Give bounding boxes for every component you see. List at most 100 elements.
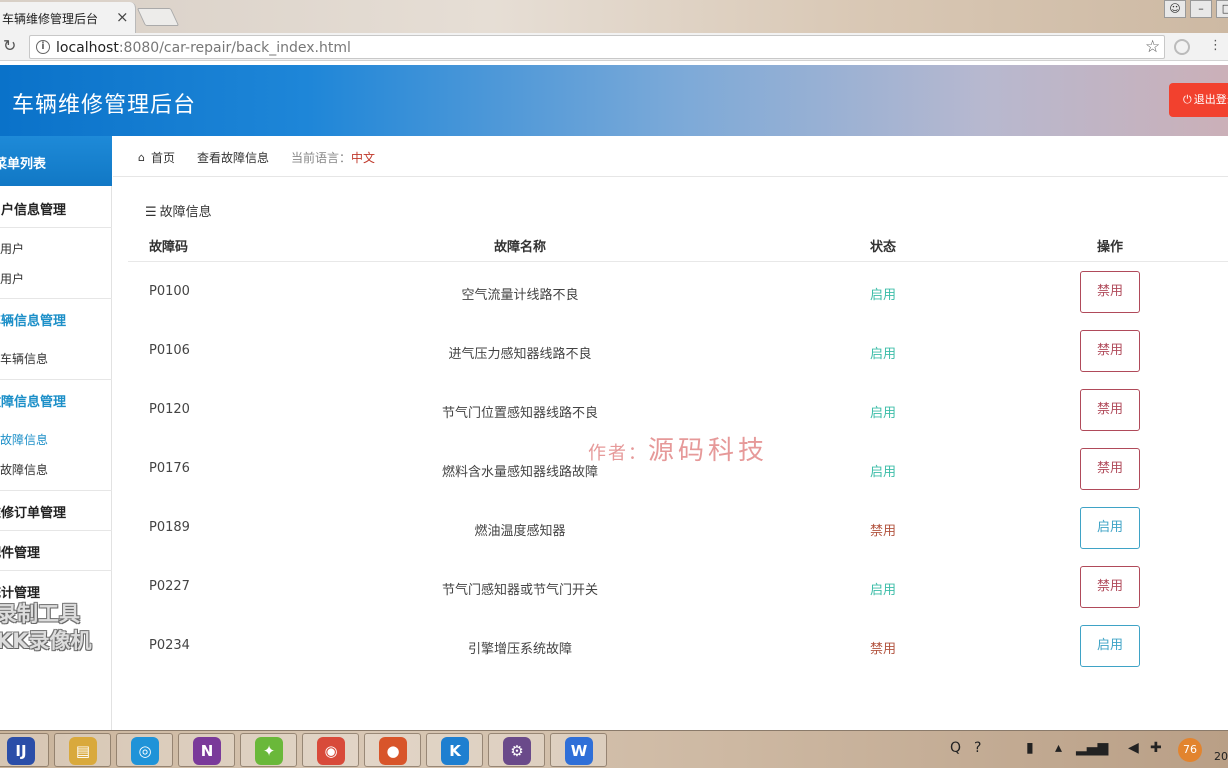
disable-button[interactable]: 禁用: [1080, 448, 1140, 490]
new-tab-button[interactable]: [136, 8, 180, 26]
chrome-icon: ◉: [317, 737, 345, 765]
taskbar-app-0[interactable]: IJ: [0, 733, 49, 767]
volume-icon[interactable]: ◀: [1128, 740, 1139, 756]
fault-name: 进气压力感知器线路不良: [448, 347, 592, 362]
status-badge: 启用: [869, 288, 896, 303]
network-icon[interactable]: ▂▄▆: [1076, 740, 1108, 756]
logout-button[interactable]: ⏻退出登录: [1169, 83, 1228, 117]
sidebar-item-1[interactable]: 添加用户: [0, 240, 88, 257]
column-header-name: 故障名称: [494, 240, 547, 255]
disable-button[interactable]: 禁用: [1080, 389, 1140, 431]
sidebar-divider: [0, 570, 112, 571]
sidebar-item-5[interactable]: 故障信息管理: [0, 391, 100, 410]
sidebar-item-6[interactable]: 查看故障信息: [0, 431, 88, 448]
disable-button[interactable]: 禁用: [1080, 330, 1140, 372]
browser-menu-icon[interactable]: ⋮: [1209, 38, 1222, 53]
sidebar-item-3[interactable]: 车辆信息管理: [0, 310, 100, 329]
disable-button[interactable]: 禁用: [1080, 566, 1140, 608]
extension-icon[interactable]: [1174, 39, 1190, 55]
fault-name: 空气流量计线路不良: [461, 288, 579, 303]
language-indicator: 当前语言：中文: [291, 149, 375, 166]
panel-title: ☰ 故障信息: [145, 201, 212, 220]
browser-tab[interactable]: 车辆维修管理后台 ×: [0, 2, 136, 33]
javaee-ide-icon: ⚙: [503, 737, 531, 765]
watermark-prefix: 作者：: [588, 443, 648, 464]
search-tray-icon[interactable]: Q: [950, 740, 961, 756]
taskbar-app-3[interactable]: N: [178, 733, 235, 767]
minimize-icon[interactable]: –: [1190, 0, 1212, 18]
sidebar-item-8[interactable]: 维修订单管理: [0, 502, 100, 521]
taskbar-app-2[interactable]: ◎: [116, 733, 173, 767]
breadcrumb: ⌂ 首页 查看故障信息 当前语言：中文: [113, 136, 1228, 177]
watermark-text: 源码科技: [648, 436, 769, 466]
url-text[interactable]: localhost:8080/car-repair/back_index.htm…: [56, 40, 351, 56]
address-bar[interactable]: i localhost:8080/car-repair/back_index.h…: [29, 35, 1165, 59]
enable-button[interactable]: 启用: [1080, 507, 1140, 549]
help-tray-icon[interactable]: ?: [974, 740, 981, 756]
home-icon[interactable]: ⌂: [138, 151, 145, 164]
os-taskbar: IJ ▤ ◎ N ✦ ◉ ● K ⚙ W Q ? ▮ ▴ ▂▄▆ ◀ ✚ 76 20: [0, 730, 1228, 768]
onenote-icon: N: [193, 737, 221, 765]
logout-label: 退出登录: [1193, 93, 1228, 106]
tab-close-icon[interactable]: ×: [116, 8, 129, 26]
column-header-action: 操作: [1097, 240, 1124, 255]
fault-code: P0234: [149, 638, 190, 653]
bookmark-star-icon[interactable]: ☆: [1145, 37, 1160, 57]
list-icon: ☰: [145, 205, 157, 220]
intellij-idea-icon: IJ: [7, 737, 35, 765]
sidebar-heading-label: 菜单列表: [0, 157, 47, 172]
sidebar-divider: [0, 298, 112, 299]
recorder-icon: ●: [379, 737, 407, 765]
taskbar-app-5[interactable]: ◉: [302, 733, 359, 767]
browser-tab-bar: 车辆维修管理后台 × ☺ – □: [0, 0, 1228, 33]
disable-button[interactable]: 禁用: [1080, 271, 1140, 313]
breadcrumb-home[interactable]: 首页: [151, 149, 175, 166]
status-badge: 禁用: [869, 524, 896, 539]
cleaner-icon: ✦: [255, 737, 283, 765]
fault-code: P0120: [149, 402, 190, 417]
taskbar-clock[interactable]: 20: [1214, 750, 1228, 763]
kk-icon: K: [441, 737, 469, 765]
language-value[interactable]: 中文: [351, 151, 375, 165]
fault-code: P0189: [149, 520, 190, 535]
wps-icon: W: [565, 737, 593, 765]
user-profile-icon[interactable]: ☺: [1164, 0, 1186, 18]
fault-name: 燃油温度感知器: [474, 524, 566, 539]
taskbar-app-8[interactable]: ⚙: [488, 733, 545, 767]
sidebar-item-2[interactable]: 查看用户: [0, 270, 88, 287]
app-title: 车辆维修管理后台: [12, 93, 197, 118]
sidebar-divider: [0, 490, 112, 491]
taskbar-app-6[interactable]: ●: [364, 733, 421, 767]
sidebar-item-4[interactable]: 查看车辆信息: [0, 350, 88, 367]
taskbar-app-1[interactable]: ▤: [54, 733, 111, 767]
taskbar-app-4[interactable]: ✦: [240, 733, 297, 767]
breadcrumb-current[interactable]: 查看故障信息: [197, 149, 269, 166]
sidebar-item-9[interactable]: 配件管理: [0, 542, 100, 561]
reload-icon[interactable]: ↻: [3, 36, 16, 55]
header-divider: [128, 261, 1228, 262]
fault-name: 节气门感知器或节气门开关: [441, 583, 598, 598]
fault-code: P0176: [149, 461, 190, 476]
recorder-overlay-line1: 录制工具: [0, 602, 80, 626]
recorder-overlay-line2: KK录像机: [0, 629, 92, 653]
sidebar-item-0[interactable]: 用户信息管理: [0, 199, 100, 218]
notification-badge[interactable]: 76: [1178, 738, 1202, 762]
battery-icon[interactable]: ▮: [1026, 740, 1034, 756]
sidebar-heading: 菜单列表: [0, 136, 112, 186]
language-label: 当前语言：: [291, 151, 352, 165]
status-badge: 启用: [869, 583, 896, 598]
sidebar-item-7[interactable]: 添加故障信息: [0, 461, 88, 478]
enable-button[interactable]: 启用: [1080, 625, 1140, 667]
fault-name: 引擎增压系统故障: [467, 642, 572, 657]
taskbar-app-9[interactable]: W: [550, 733, 607, 767]
browser-toolbar: ↻ i localhost:8080/car-repair/back_index…: [0, 33, 1228, 61]
column-header-code: 故障码: [149, 240, 189, 255]
add-icon[interactable]: ✚: [1150, 740, 1162, 756]
site-info-icon[interactable]: i: [36, 40, 50, 54]
panel-title-label: 故障信息: [159, 205, 212, 220]
taskbar-app-7[interactable]: K: [426, 733, 483, 767]
maximize-icon[interactable]: □: [1216, 0, 1228, 18]
status-badge: 禁用: [869, 642, 896, 657]
status-badge: 启用: [869, 347, 896, 362]
show-hidden-icons[interactable]: ▴: [1055, 740, 1062, 756]
